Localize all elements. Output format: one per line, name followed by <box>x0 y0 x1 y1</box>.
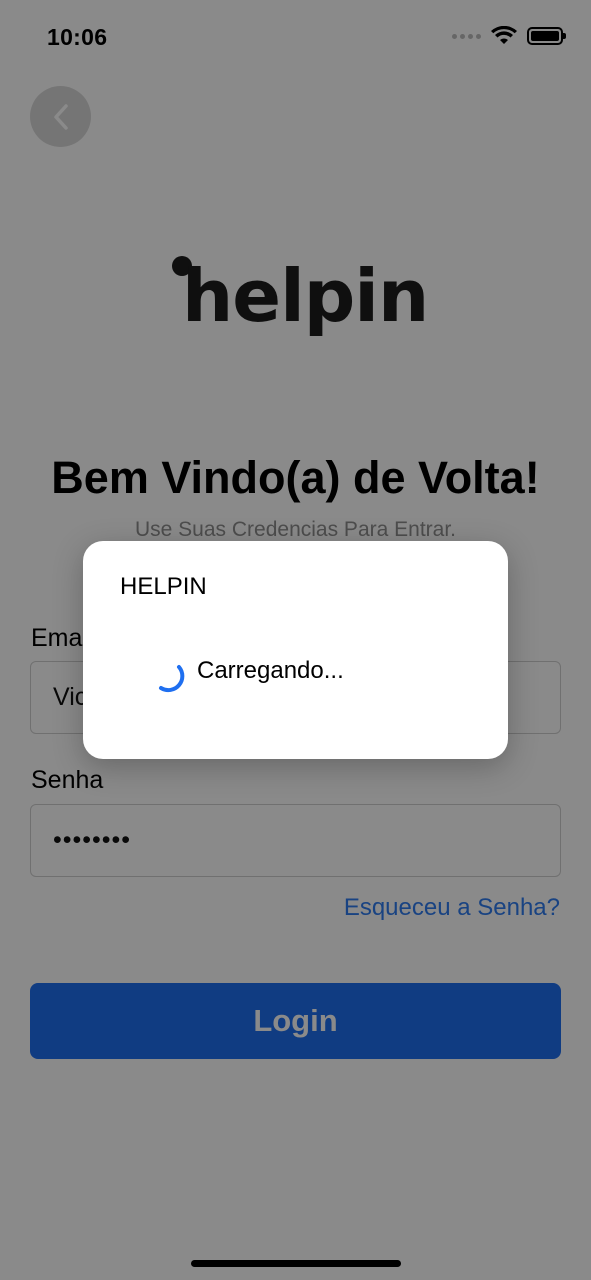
dialog-title: HELPIN <box>120 573 207 600</box>
loading-dialog: HELPIN Carregando... <box>83 541 508 759</box>
dialog-message: Carregando... <box>197 657 344 684</box>
home-indicator[interactable] <box>191 1260 401 1267</box>
loading-spinner-icon <box>159 665 185 693</box>
